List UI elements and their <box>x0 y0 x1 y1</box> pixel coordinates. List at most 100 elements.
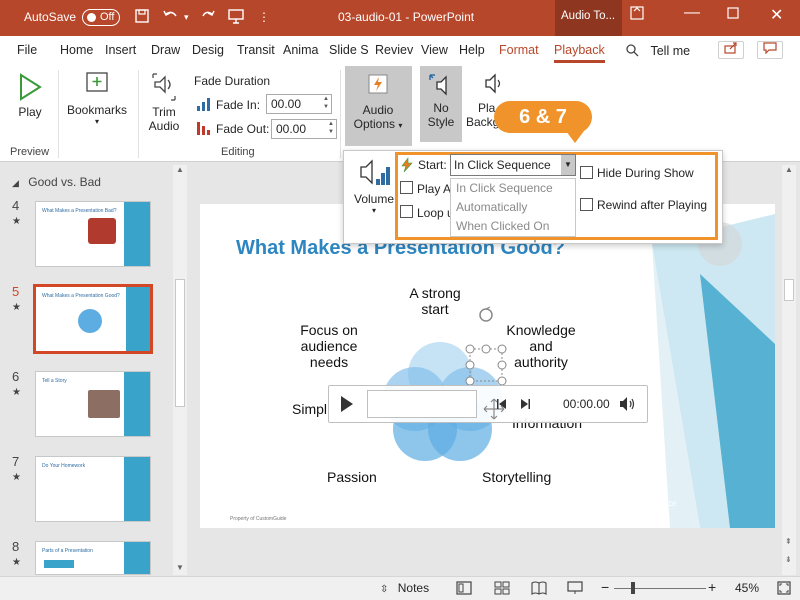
tab-playback[interactable]: Playback <box>554 43 605 63</box>
trim-audio-button[interactable]: Trim Audio <box>143 72 185 133</box>
slide-thumbnail-5[interactable]: What Makes a Presentation Good? <box>33 284 153 354</box>
label-focus: Focus on audience needs <box>300 322 358 370</box>
fade-in-field[interactable]: 00.00 ▲ ▼ <box>266 94 332 114</box>
comments-icon[interactable] <box>757 41 783 59</box>
autosave-toggle[interactable]: Off <box>82 9 120 26</box>
tab-format[interactable]: Format <box>499 43 539 57</box>
slide-thumbnail-7[interactable]: Do Your Homework <box>35 456 151 522</box>
normal-view-icon[interactable] <box>456 581 472 598</box>
scroll-up-icon[interactable]: ▲ <box>176 165 184 174</box>
scroll-down-icon[interactable]: ▼ <box>176 563 184 572</box>
zoom-slider[interactable] <box>614 588 706 589</box>
no-style-label-line1: No <box>433 101 449 115</box>
player-play-icon[interactable] <box>339 395 355 416</box>
bookmarks-dropdown-icon: ▾ <box>94 117 99 126</box>
ribbon-separator <box>340 70 341 158</box>
editor-scrollbar[interactable]: ▲ ⇞ ⇟ <box>782 165 796 575</box>
slides-pane-scrollbar[interactable]: ▲ ▼ <box>173 165 187 575</box>
undo-icon[interactable] <box>162 8 180 27</box>
tab-slide-show[interactable]: Slide S <box>329 43 369 57</box>
fit-to-window-icon[interactable] <box>776 580 792 599</box>
bookmarks-button[interactable]: Bookmarks ▾ <box>64 70 130 126</box>
tell-me-search[interactable]: Tell me <box>625 43 690 58</box>
minimize-icon[interactable]: — <box>684 4 700 22</box>
audio-tools-context-tab[interactable]: Audio To... <box>555 0 622 36</box>
section-name: Good vs. Bad <box>28 175 101 189</box>
hide-during-show-checkbox[interactable] <box>580 166 593 179</box>
rewind-after-playing-label: Rewind after Playing <box>597 198 708 212</box>
thumb-accent <box>126 287 150 351</box>
notes-button[interactable]: ⇳ Notes <box>380 581 429 595</box>
start-option[interactable]: In Click Sequence <box>456 181 553 195</box>
fade-out-value: 00.00 <box>276 122 307 136</box>
reading-view-icon[interactable] <box>531 581 547 598</box>
start-option[interactable]: Automatically <box>456 200 527 214</box>
slide-thumbnail-8[interactable]: Parts of a Presentation <box>35 541 151 575</box>
play-label: Play <box>18 105 42 119</box>
start-select[interactable]: In Click Sequence ▼ <box>450 154 576 176</box>
zoom-slider-thumb[interactable] <box>631 582 635 594</box>
slide-sorter-icon[interactable] <box>494 581 510 598</box>
section-header[interactable]: ◢ Good vs. Bad <box>12 175 101 189</box>
audio-options-button[interactable]: Audio Options ▾ <box>346 72 410 131</box>
zoom-out-icon[interactable]: − <box>601 579 609 595</box>
slideshow-icon[interactable] <box>567 581 583 598</box>
audio-options-icon <box>368 74 388 94</box>
save-icon[interactable] <box>134 8 150 27</box>
tab-help[interactable]: Help <box>459 43 485 57</box>
share-icon[interactable] <box>718 41 744 59</box>
presentation-icon[interactable] <box>228 8 244 27</box>
play-button[interactable]: Play <box>10 72 50 119</box>
slide-thumbnail-6[interactable]: Tell a Story <box>35 371 151 437</box>
thumb-number: 6 <box>12 369 20 384</box>
player-progress-bar[interactable] <box>367 390 477 418</box>
skip-forward-icon[interactable] <box>519 398 531 413</box>
play-background-icon <box>485 73 501 94</box>
thumb-number: 4 <box>12 198 20 213</box>
spin-up-icon[interactable]: ▲ <box>328 121 334 127</box>
prev-slide-icon[interactable]: ⇞ <box>785 537 792 546</box>
scroll-thumb[interactable] <box>784 279 794 301</box>
tab-view[interactable]: View <box>421 43 448 57</box>
tab-home[interactable]: Home <box>60 43 93 57</box>
tab-file[interactable]: File <box>17 43 37 57</box>
spin-down-icon[interactable]: ▼ <box>328 129 334 135</box>
zoom-in-icon[interactable]: + <box>708 579 716 595</box>
scroll-up-icon[interactable]: ▲ <box>785 165 793 174</box>
zoom-level[interactable]: 45% <box>735 581 759 595</box>
toggle-knob <box>87 13 96 22</box>
maximize-icon[interactable] <box>727 6 739 24</box>
volume-label: Volume <box>353 192 395 206</box>
spin-down-icon[interactable]: ▼ <box>323 104 329 110</box>
undo-dropdown-icon[interactable]: ▾ <box>184 12 189 23</box>
ribbon-display-icon[interactable] <box>630 6 644 25</box>
tab-review[interactable]: Reviev <box>375 43 413 57</box>
chevron-down-icon[interactable]: ▼ <box>561 155 575 175</box>
tab-animations[interactable]: Anima <box>283 43 318 57</box>
volume-button[interactable]: Volume ▾ <box>350 157 398 215</box>
fade-duration-label: Fade Duration <box>194 74 271 88</box>
close-icon[interactable]: ✕ <box>770 5 783 25</box>
scroll-thumb[interactable] <box>175 279 185 407</box>
thumb-image <box>88 390 120 418</box>
no-style-button[interactable]: No Style <box>420 70 462 129</box>
skip-back-icon[interactable] <box>496 398 508 413</box>
redo-icon[interactable] <box>200 8 216 27</box>
audio-icon-selection[interactable] <box>448 305 528 395</box>
next-slide-icon[interactable]: ⇟ <box>785 555 792 564</box>
volume-icon[interactable] <box>618 396 636 415</box>
spin-up-icon[interactable]: ▲ <box>323 96 329 102</box>
animation-star-icon: ★ <box>12 557 21 568</box>
slide-thumbnail-4[interactable]: What Makes a Presentation Bad? <box>35 201 151 267</box>
tab-transitions[interactable]: Transit <box>237 43 275 57</box>
tab-design[interactable]: Desig <box>192 43 224 57</box>
tab-insert[interactable]: Insert <box>105 43 136 57</box>
fade-out-field[interactable]: 00.00 ▲ ▼ <box>271 119 337 139</box>
ribbon-separator <box>138 70 139 158</box>
start-option[interactable]: When Clicked On <box>456 219 549 233</box>
customize-qat-icon[interactable]: ⋮ <box>258 10 270 24</box>
section-collapse-icon[interactable]: ◢ <box>12 178 19 188</box>
ribbon-tabs: File Home Insert Draw Desig Transit Anim… <box>0 36 800 64</box>
tab-draw[interactable]: Draw <box>151 43 180 57</box>
rewind-after-playing-checkbox[interactable] <box>580 198 593 211</box>
